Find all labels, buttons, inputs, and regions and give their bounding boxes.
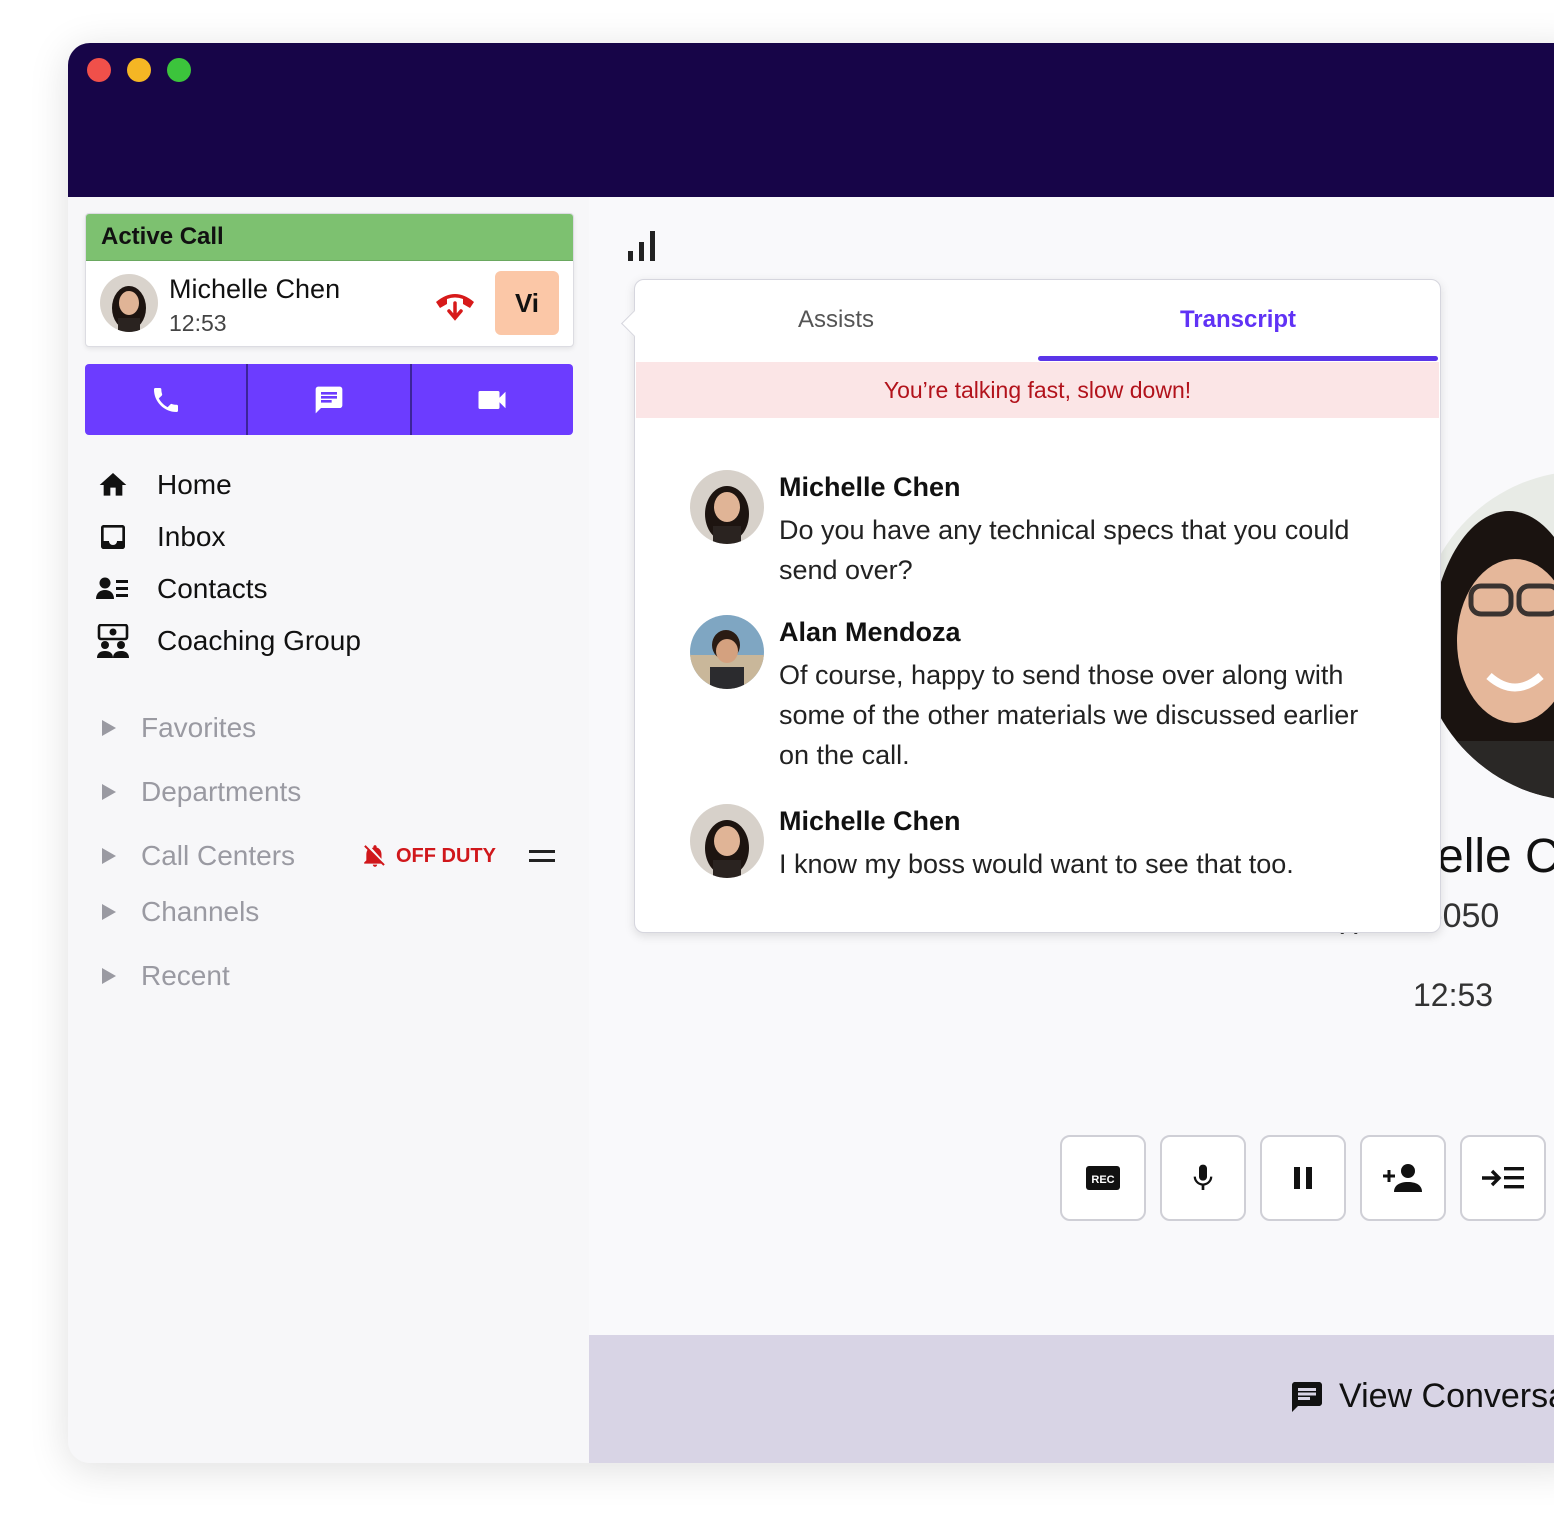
section-channels[interactable]: Channels: [102, 892, 572, 932]
message-text: Of course, happy to send those over alon…: [779, 660, 1359, 770]
nav-item-coaching-group[interactable]: Coaching Group: [95, 621, 495, 661]
call-duration: 12:53: [169, 310, 227, 336]
section-label-recent: Recent: [141, 960, 230, 991]
transfer-button[interactable]: [1460, 1135, 1546, 1221]
caller-name: Michelle Chen: [169, 274, 341, 304]
home-icon: [95, 467, 131, 503]
title-bar: [68, 43, 1554, 197]
section-recent[interactable]: Recent: [102, 956, 572, 996]
minimize-window-button[interactable]: [127, 58, 151, 82]
mute-button[interactable]: [1160, 1135, 1246, 1221]
record-button[interactable]: REC: [1060, 1135, 1146, 1221]
section-departments[interactable]: Departments: [102, 772, 572, 812]
expand-triangle-icon: [102, 968, 116, 984]
drag-handle-icon[interactable]: [529, 850, 555, 862]
contacts-icon: [95, 571, 131, 607]
speaker-avatar: [690, 615, 764, 689]
nav-label-contacts: Contacts: [157, 573, 268, 604]
inbox-icon: [95, 519, 131, 555]
sidebar: Active Call Michelle Chen 12:53 Vi Home …: [68, 197, 589, 1463]
hang-up-icon[interactable]: [433, 288, 477, 322]
notifications-off-icon: [364, 845, 385, 867]
speaker-name: Michelle Chen: [779, 806, 961, 836]
off-duty-label: OFF DUTY: [396, 844, 496, 867]
expand-triangle-icon: [102, 904, 116, 920]
hold-button[interactable]: [1260, 1135, 1346, 1221]
call-timer: 12:53: [1413, 977, 1494, 1013]
add-participant-button[interactable]: [1360, 1135, 1446, 1221]
contact-name: elle C: [1437, 830, 1554, 883]
nav-label-coaching-group: Coaching Group: [157, 625, 361, 656]
phone-icon: [153, 387, 178, 412]
section-label-channels: Channels: [141, 896, 260, 927]
view-conversation-label: View Conversa: [1339, 1377, 1554, 1415]
signal-strength-icon[interactable]: [626, 229, 660, 268]
speaker-avatar: [690, 804, 764, 878]
microphone-icon: [1193, 1164, 1213, 1190]
assist-transcript-popover: Assists Transcript You’re talking fast, …: [621, 279, 1441, 933]
message-button[interactable]: [246, 364, 409, 435]
nav-label-inbox: Inbox: [157, 521, 226, 552]
section-call-centers[interactable]: Call Centers OFF DUTY: [102, 836, 572, 876]
speaker-name: Alan Mendoza: [779, 617, 961, 647]
communication-action-bar: [85, 364, 573, 435]
call-button[interactable]: [85, 364, 246, 435]
transfer-icon: [1482, 1167, 1524, 1189]
tab-transcript[interactable]: Transcript: [1037, 280, 1439, 360]
message-text: I know my boss would want to see that to…: [779, 849, 1294, 879]
active-tab-indicator: [1038, 356, 1438, 361]
svg-text:REC: REC: [1091, 1174, 1114, 1186]
video-icon: [478, 390, 506, 409]
video-button[interactable]: [409, 364, 573, 435]
message-icon: [315, 386, 343, 413]
speaker-name: Michelle Chen: [779, 472, 961, 502]
maximize-window-button[interactable]: [167, 58, 191, 82]
active-call-header: Active Call: [86, 214, 573, 261]
expand-triangle-icon: [102, 784, 116, 800]
bottom-bar: View Conversa: [589, 1335, 1554, 1463]
off-duty-status[interactable]: OFF DUTY: [362, 842, 496, 870]
tab-assists[interactable]: Assists: [635, 280, 1037, 360]
add-person-icon: [1383, 1164, 1422, 1192]
expand-triangle-icon: [102, 720, 116, 736]
pace-warning-banner: You’re talking fast, slow down!: [636, 362, 1439, 418]
coaching-group-icon: [95, 623, 131, 659]
record-icon: REC: [1086, 1166, 1120, 1190]
speaker-avatar: [690, 470, 764, 544]
chat-icon: [1292, 1381, 1322, 1412]
active-call-card[interactable]: Active Call Michelle Chen 12:53 Vi: [85, 213, 574, 347]
view-conversation-button[interactable]: View Conversa: [1289, 1377, 1554, 1416]
close-window-button[interactable]: [87, 58, 111, 82]
message-text: Do you have any technical specs that you…: [779, 515, 1350, 585]
section-favorites[interactable]: Favorites: [102, 708, 572, 748]
nav-item-home[interactable]: Home: [95, 465, 495, 505]
section-label-call-centers: Call Centers: [141, 840, 296, 871]
expand-triangle-icon: [102, 848, 116, 864]
nav-item-contacts[interactable]: Contacts: [95, 569, 495, 609]
caller-avatar: [100, 274, 158, 332]
section-label-departments: Departments: [141, 776, 302, 807]
section-label-favorites: Favorites: [141, 712, 257, 743]
pause-icon: [1294, 1167, 1312, 1189]
nav-item-inbox[interactable]: Inbox: [95, 517, 495, 557]
vi-assistant-button[interactable]: Vi: [495, 271, 559, 335]
nav-label-home: Home: [157, 469, 232, 500]
